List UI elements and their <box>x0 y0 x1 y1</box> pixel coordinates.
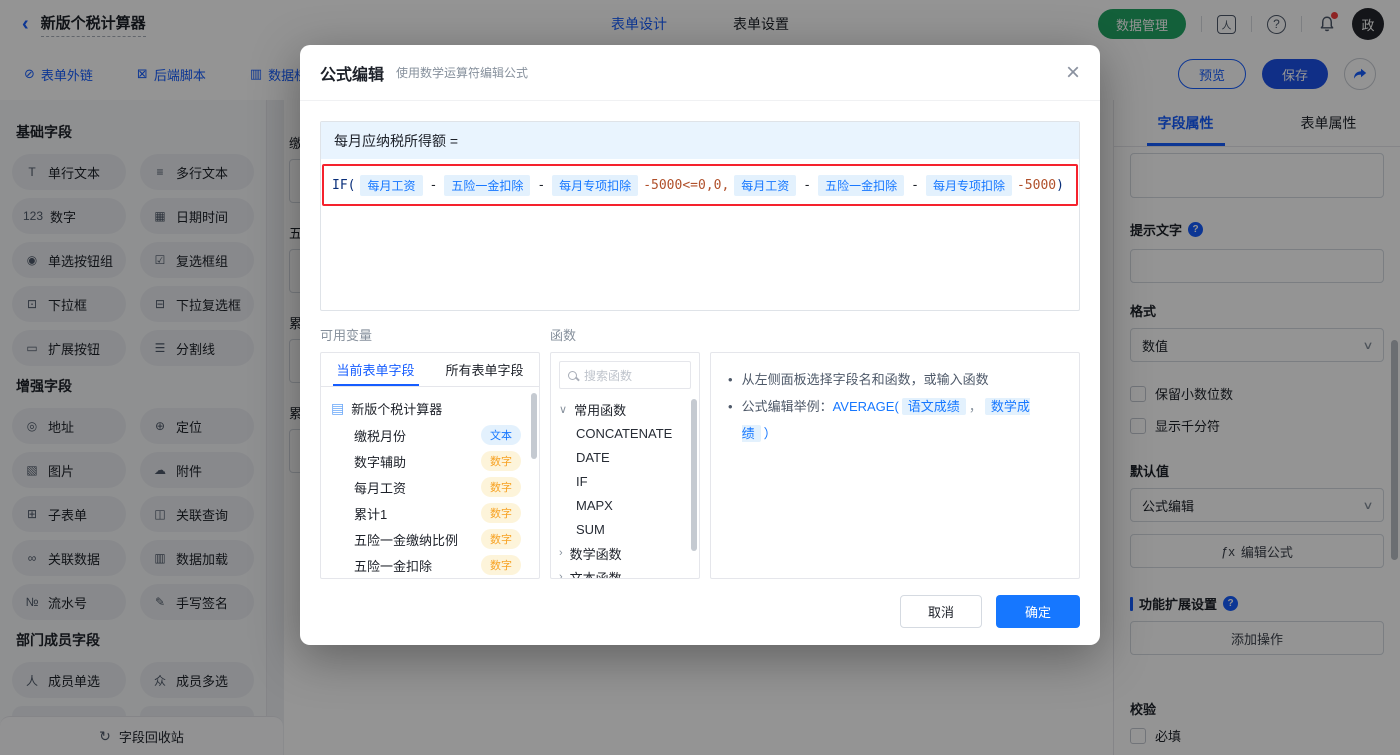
formula-expression[interactable]: IF(每月工资 - 五险一金扣除 - 每月专项扣除 -5000<=0,0, 每月工资 - 五险一… <box>322 164 1078 206</box>
function-item[interactable]: MAPX <box>551 493 699 517</box>
function-search[interactable]: 搜索函数 <box>559 361 691 389</box>
variable-type-badge: 数字 <box>481 529 521 549</box>
function-item[interactable]: SUM <box>551 517 699 541</box>
variable-list: 缴税月份 文本 数字辅助 数字 每月工资 数字 累计1 数字 五险一金缴纳比例 … <box>331 422 535 578</box>
formula-token[interactable]: - <box>430 178 438 193</box>
close-icon[interactable]: × <box>1066 60 1080 85</box>
hints-panel: • 从左侧面板选择字段名和函数，或输入函数 • 公式编辑举例：AVERAGE(语… <box>710 352 1080 579</box>
formula-token[interactable]: 五险一金扣除 <box>818 174 905 196</box>
modal-body: 每月应纳税所得额 = IF(每月工资 - 五险一金扣除 - 每月专项扣除 -5000<=0… <box>300 101 1100 648</box>
variables-tree: ▤ 新版个税计算器 缴税月份 文本 数字辅助 数字 每月工资 数字 累计1 数字… <box>321 387 539 578</box>
formula-token[interactable]: - <box>911 178 919 193</box>
bullet: • <box>728 372 733 387</box>
formula-editor-modal: 公式编辑 使用数学运算符编辑公式 × 每月应纳税所得额 = IF(每月工资 - 五险… <box>300 45 1100 645</box>
formula-token[interactable]: 每月专项扣除 <box>925 174 1012 196</box>
modal-subtitle: 使用数学运算符编辑公式 <box>396 66 529 80</box>
formula-token[interactable]: -5000<=0,0, <box>643 178 729 193</box>
formula-token[interactable]: 每月工资 <box>360 174 423 196</box>
variables-label: 可用变量 <box>320 328 373 343</box>
function-group-math[interactable]: › 数学函数 <box>551 541 699 565</box>
modal-title: 公式编辑 <box>320 66 385 84</box>
chevron-right-icon: › <box>559 547 563 559</box>
chevron-right-icon: › <box>559 571 563 579</box>
form-doc-icon: ▤ <box>331 400 345 416</box>
variable-item[interactable]: 五险一金缴纳比例 数字 <box>331 526 535 552</box>
variable-type-badge: 数字 <box>481 503 521 523</box>
confirm-button[interactable]: 确定 <box>996 595 1080 628</box>
hint-example-prefix: 公式编辑举例： <box>741 399 833 414</box>
variable-item[interactable]: 每月工资 数字 <box>331 474 535 500</box>
hint-example-close: ） <box>763 426 777 441</box>
function-group-label: 数学函数 <box>569 546 622 562</box>
variable-item[interactable]: 数字辅助 数字 <box>331 448 535 474</box>
formula-target: 每月应纳税所得额 = <box>321 122 1079 159</box>
variable-name: 数字辅助 <box>354 454 407 470</box>
variable-type-badge: 数字 <box>481 555 521 575</box>
formula-token[interactable]: IF( <box>332 178 355 193</box>
variable-name: 累计1 <box>354 506 388 522</box>
scrollbar-thumb[interactable] <box>531 393 537 459</box>
variable-type-badge: 文本 <box>481 425 521 445</box>
function-item[interactable]: CONCATENATE <box>551 421 699 445</box>
formula-token[interactable]: - <box>803 178 811 193</box>
hint-example-separator: ， <box>968 399 982 414</box>
tab-current-form-fields[interactable]: 当前表单字段 <box>321 353 430 386</box>
panel-columns: 当前表单字段 所有表单字段 ▤ 新版个税计算器 缴税月份 文本 数字辅助 数字 … <box>320 352 1080 579</box>
variable-type-badge: 数字 <box>481 477 521 497</box>
variables-panel: 当前表单字段 所有表单字段 ▤ 新版个税计算器 缴税月份 文本 数字辅助 数字 … <box>320 352 540 579</box>
formula-token[interactable]: 五险一金扣除 <box>444 174 531 196</box>
search-icon <box>568 370 577 380</box>
function-group-common[interactable]: ∨ 常用函数 <box>551 397 699 421</box>
hint-example-chip: 语文成绩 <box>901 398 966 415</box>
variables-tabs: 当前表单字段 所有表单字段 <box>321 353 539 387</box>
form-root-node[interactable]: ▤ 新版个税计算器 <box>331 395 535 422</box>
functions-panel: 搜索函数 ∨ 常用函数 CONCATENATE DATE IF MAPX SUM › 数… <box>550 352 700 579</box>
variable-item[interactable]: 缴税月份 文本 <box>331 422 535 448</box>
form-root-label: 新版个税计算器 <box>351 402 443 417</box>
app: ‹ 新版个税计算器 表单设计 表单设置 数据管理 人 ? 政 ⊘ 表单外链 ⊠ … <box>0 0 1400 755</box>
variable-name: 五险一金扣除 <box>354 558 433 574</box>
formula-token[interactable]: -5000 <box>1017 178 1056 193</box>
hint-example: 公式编辑举例：AVERAGE(语文成绩，数学成绩） <box>741 393 1062 447</box>
formula-token[interactable]: 每月专项扣除 <box>552 174 639 196</box>
hint-line-2: • 公式编辑举例：AVERAGE(语文成绩，数学成绩） <box>728 393 1062 447</box>
hint-text: 从左侧面板选择字段名和函数，或输入函数 <box>741 372 989 387</box>
formula-token[interactable]: ) <box>1056 178 1064 193</box>
variable-name: 五险一金缴纳比例 <box>354 532 459 548</box>
variable-item[interactable]: 累计1 数字 <box>331 500 535 526</box>
bullet: • <box>728 399 733 414</box>
functions-label: 函数 <box>550 328 577 343</box>
formula-editor: 每月应纳税所得额 = IF(每月工资 - 五险一金扣除 - 每月专项扣除 -5000<=0… <box>320 121 1080 311</box>
function-item[interactable]: DATE <box>551 445 699 469</box>
function-list: CONCATENATE DATE IF MAPX SUM <box>551 421 699 541</box>
scrollbar-thumb[interactable] <box>691 399 697 551</box>
function-group-text[interactable]: › 文本函数 <box>551 565 699 579</box>
variable-name: 每月工资 <box>354 480 407 496</box>
formula-token[interactable]: 每月工资 <box>734 174 797 196</box>
variable-item[interactable]: 五险一金扣除 数字 <box>331 552 535 578</box>
hint-example-fn: AVERAGE( <box>832 399 899 414</box>
modal-footer: 取消 确定 <box>320 595 1080 628</box>
function-group-label: 文本函数 <box>569 570 622 579</box>
modal-header: 公式编辑 使用数学运算符编辑公式 × <box>300 45 1100 101</box>
search-placeholder: 搜索函数 <box>584 368 633 383</box>
chevron-down-icon: ∨ <box>559 403 568 416</box>
variable-name: 缴税月份 <box>354 428 407 444</box>
formula-token[interactable]: - <box>537 178 545 193</box>
variable-type-badge: 数字 <box>481 451 521 471</box>
tab-all-form-fields[interactable]: 所有表单字段 <box>430 353 539 386</box>
function-group-label: 常用函数 <box>574 402 627 418</box>
function-item[interactable]: IF <box>551 469 699 493</box>
hint-line-1: • 从左侧面板选择字段名和函数，或输入函数 <box>728 366 1062 393</box>
panel-labels: 可用变量 函数 <box>320 325 1080 344</box>
cancel-button[interactable]: 取消 <box>900 595 982 628</box>
